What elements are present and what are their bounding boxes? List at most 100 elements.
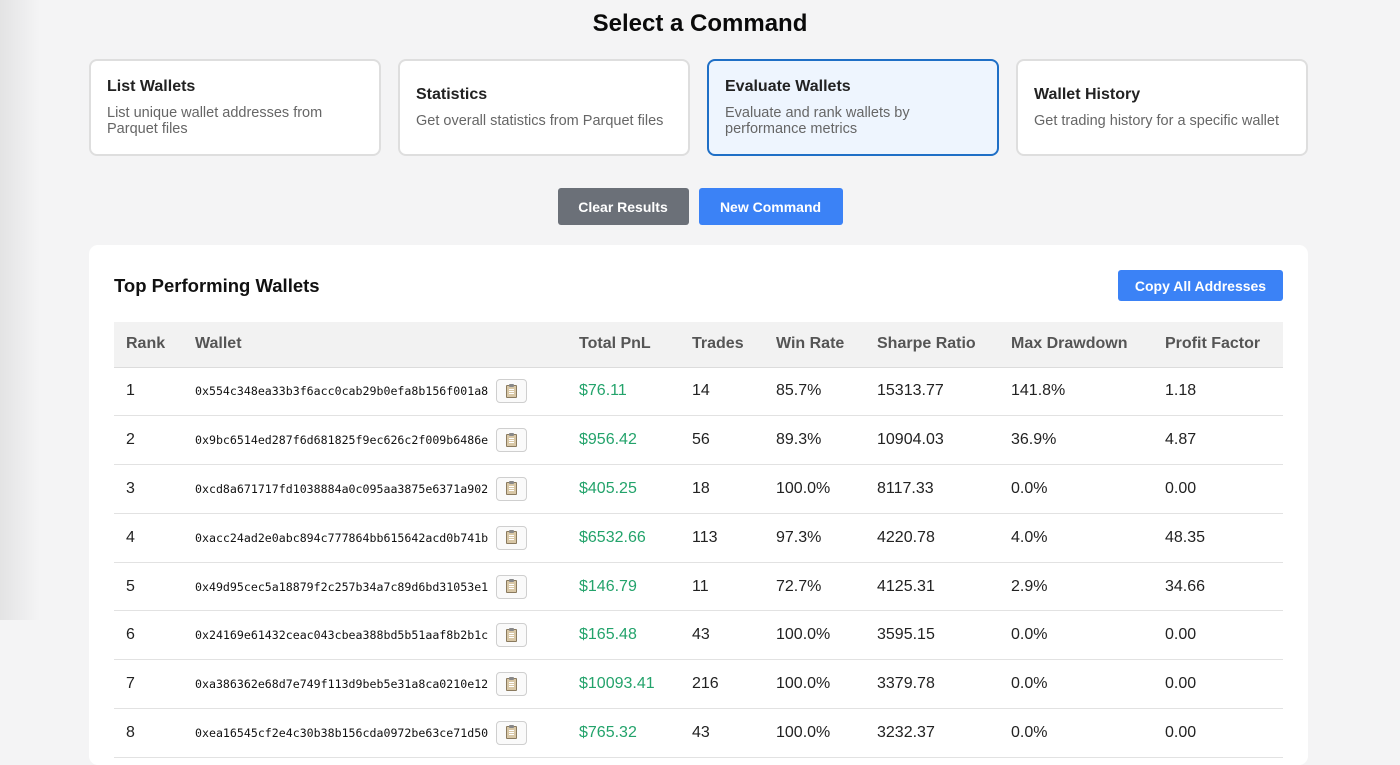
win-rate-cell: 100.0% [764,659,865,710]
profit-factor-cell: 0.00 [1153,659,1283,710]
command-card-description: Evaluate and rank wallets by performance… [725,105,910,137]
sharpe-ratio-cell: 3232.37 [865,708,999,758]
profit-factor-cell: 0.00 [1153,708,1283,758]
copy-address-button[interactable] [496,476,528,501]
command-card-description: Get overall statistics from Parquet file… [416,113,664,129]
command-card-description: List unique wallet addresses from Parque… [107,105,323,137]
max-drawdown-cell: 4.0% [999,513,1153,563]
max-drawdown-cell: 0.0% [999,659,1153,710]
total-pnl-cell: $405.25 [567,464,680,514]
wallet-address[interactable]: 0xea16545cf2e4c30b38b156cda0972be63ce71d… [195,726,488,740]
wallet-cell: 0x49d95cec5a18879f2c257b34a7c89d6bd31053… [183,562,567,612]
results-title: Top Performing Wallets [114,275,320,296]
win-rate-cell: 100.0% [764,464,865,514]
command-card-statistics[interactable]: Statistics Get overall statistics from P… [398,59,690,156]
wallet-cell: 0x9bc6514ed287f6d681825f9ec626c2f009b648… [183,415,567,466]
table-body: 1 0x554c348ea33b3f6acc0cab29b0efa8b156f00… [114,367,1283,758]
wallet-cell: 0xcd8a671717fd1038884a0c095aa3875e6371a9… [183,464,567,514]
sharpe-ratio-cell: 10904.03 [865,415,999,466]
table-row: 7 0xa386362e68d7e749f113d9beb5e31a8ca0210… [114,659,1283,710]
rank-cell: 1 [114,367,183,417]
max-drawdown-cell: 36.9% [999,415,1153,466]
copy-address-button[interactable] [496,428,528,453]
total-pnl-cell: $956.42 [567,415,680,466]
rank-cell: 5 [114,562,183,612]
profit-factor-cell: 0.00 [1153,464,1283,514]
new-command-button[interactable]: New Command [698,188,843,225]
wallet-address-wrap: 0xa386362e68d7e749f113d9beb5e31a8ca0210e… [195,672,567,697]
command-cards: List Wallets List unique wallet addresse… [89,59,1308,156]
wallet-address-wrap: 0x9bc6514ed287f6d681825f9ec626c2f009b648… [195,428,567,453]
copy-address-button[interactable] [496,672,528,697]
clipboard-icon [506,676,518,691]
copy-address-button[interactable] [496,379,528,404]
wallet-address[interactable]: 0xacc24ad2e0abc894c777864bb615642acd0b74… [195,531,488,545]
profit-factor-cell: 48.35 [1153,513,1283,563]
wallet-address[interactable]: 0xcd8a671717fd1038884a0c095aa3875e6371a9… [195,482,488,496]
column-header-total-pnl: Total PnL [567,322,680,368]
column-header-trades: Trades [680,322,764,368]
max-drawdown-cell: 0.0% [999,708,1153,758]
command-card-title: Wallet History [1034,86,1141,103]
wallet-cell: 0xea16545cf2e4c30b38b156cda0972be63ce71d… [183,708,567,758]
wallets-table: Rank Wallet Total PnL Trades Win Rate Sh… [114,322,1283,758]
trades-cell: 113 [680,513,764,563]
total-pnl-cell: $6532.66 [567,513,680,563]
wallet-address-wrap: 0xcd8a671717fd1038884a0c095aa3875e6371a9… [195,476,567,501]
win-rate-cell: 100.0% [764,708,865,758]
profit-factor-cell: 4.87 [1153,415,1283,466]
trades-cell: 18 [680,464,764,514]
wallet-address[interactable]: 0x554c348ea33b3f6acc0cab29b0efa8b156f001… [195,384,488,398]
win-rate-cell: 89.3% [764,415,865,466]
rank-cell: 8 [114,708,183,758]
total-pnl-cell: $10093.41 [567,659,680,710]
wallet-address[interactable]: 0x49d95cec5a18879f2c257b34a7c89d6bd31053… [195,580,488,594]
wallet-address-wrap: 0xea16545cf2e4c30b38b156cda0972be63ce71d… [195,720,567,745]
total-pnl-cell: $765.32 [567,708,680,758]
table-row: 1 0x554c348ea33b3f6acc0cab29b0efa8b156f00… [114,367,1283,417]
column-header-win-rate: Win Rate [764,322,865,368]
page-title: Select a Command [592,10,808,37]
trades-cell: 56 [680,415,764,466]
command-card-wallet-history[interactable]: Wallet History Get trading history for a… [1016,59,1308,156]
command-card-evaluate-wallets[interactable]: Evaluate Wallets Evaluate and rank walle… [707,59,999,156]
trades-cell: 14 [680,367,764,417]
sharpe-ratio-cell: 3595.15 [865,610,999,661]
wallet-address[interactable]: 0x24169e61432ceac043cbea388bd5b51aaf8b2b… [195,628,488,642]
column-header-profit-factor: Profit Factor [1153,322,1283,368]
wallet-address[interactable]: 0x9bc6514ed287f6d681825f9ec626c2f009b648… [195,433,488,447]
wallet-cell: 0xa386362e68d7e749f113d9beb5e31a8ca0210e… [183,659,567,710]
copy-all-addresses-button[interactable]: Copy All Addresses [1118,270,1283,301]
column-header-sharpe-ratio: Sharpe Ratio [865,322,999,368]
table-row: 4 0xacc24ad2e0abc894c777864bb615642acd0b7… [114,513,1283,563]
column-header-rank: Rank [114,322,183,368]
command-card-title: List Wallets [107,78,196,95]
wallet-address[interactable]: 0xa386362e68d7e749f113d9beb5e31a8ca0210e… [195,677,488,691]
copy-address-button[interactable] [496,574,528,599]
wallet-address-wrap: 0x49d95cec5a18879f2c257b34a7c89d6bd31053… [195,574,567,599]
command-card-list-wallets[interactable]: List Wallets List unique wallet addresse… [89,59,381,156]
copy-address-button[interactable] [496,525,528,550]
win-rate-cell: 97.3% [764,513,865,563]
total-pnl-cell: $76.11 [567,367,680,417]
sharpe-ratio-cell: 15313.77 [865,367,999,417]
column-header-max-drawdown: Max Drawdown [999,322,1153,368]
sharpe-ratio-cell: 8117.33 [865,464,999,514]
clipboard-icon [506,383,518,398]
table-row: 6 0x24169e61432ceac043cbea388bd5b51aaf8b2… [114,610,1283,661]
wallet-cell: 0x554c348ea33b3f6acc0cab29b0efa8b156f001… [183,367,567,417]
copy-address-button[interactable] [496,623,528,648]
win-rate-cell: 100.0% [764,610,865,661]
max-drawdown-cell: 0.0% [999,610,1153,661]
sharpe-ratio-cell: 4220.78 [865,513,999,563]
copy-address-button[interactable] [496,720,528,745]
clipboard-icon [506,481,518,496]
results-panel: Top Performing Wallets Copy All Addresse… [89,245,1308,765]
total-pnl-cell: $165.48 [567,610,680,661]
clipboard-icon [506,579,518,594]
win-rate-cell: 72.7% [764,562,865,612]
clipboard-icon [506,530,518,545]
max-drawdown-cell: 0.0% [999,464,1153,514]
total-pnl-cell: $146.79 [567,562,680,612]
clear-results-button[interactable]: Clear Results [557,188,689,225]
